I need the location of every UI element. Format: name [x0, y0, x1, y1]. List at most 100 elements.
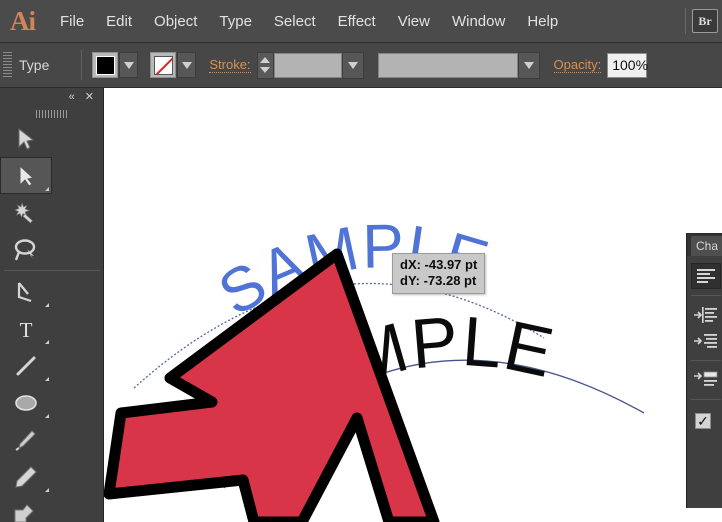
tools-panel-grip[interactable]: [0, 107, 103, 120]
indent-left-margin-button[interactable]: [691, 302, 721, 328]
ellipse-tool[interactable]: [0, 384, 52, 421]
panel-tab-row: Cha: [687, 234, 722, 256]
align-left-icon: [697, 269, 715, 283]
tool-flyout-triangle-icon: [45, 187, 49, 191]
type-tool[interactable]: T: [0, 310, 52, 347]
control-bar-divider-1: [81, 50, 83, 80]
stepper-up-icon: [260, 56, 271, 63]
stroke-profile-dropdown[interactable]: [517, 51, 540, 79]
tools-panel: « ✕ T: [0, 88, 104, 522]
character-paragraph-panel: Cha ✓: [686, 233, 722, 508]
grip-dots-icon: [35, 109, 68, 118]
stroke-swatch-group: [150, 52, 197, 78]
artwork-layer: SAMPLE SAMPLE: [104, 212, 645, 522]
indent-right-icon: [694, 334, 717, 348]
panel-divider-3: [691, 399, 721, 400]
control-bar-tool-label: Type: [19, 57, 50, 73]
menu-item-type[interactable]: Type: [208, 0, 263, 43]
menu-item-object[interactable]: Object: [143, 0, 208, 43]
pen-tool[interactable]: [0, 273, 52, 310]
chevron-down-icon: [181, 61, 192, 69]
collapse-panel-icon[interactable]: «: [64, 92, 80, 103]
lasso-tool[interactable]: [0, 231, 52, 268]
tool-flyout-triangle-icon: [45, 303, 49, 307]
lasso-icon: [14, 238, 36, 260]
pencil-icon: [15, 465, 37, 488]
menu-item-file[interactable]: File: [49, 0, 95, 43]
menu-item-view[interactable]: View: [387, 0, 441, 43]
tool-flyout-triangle-icon: [45, 414, 49, 418]
tool-flyout-triangle-icon: [45, 340, 49, 344]
menu-item-effect[interactable]: Effect: [327, 0, 387, 43]
control-bar: Type Stroke: Opacity: 100%: [0, 43, 722, 88]
tools-panel-header: « ✕: [0, 88, 103, 107]
tools-grid: [0, 120, 103, 268]
magic-wand-icon: [14, 201, 33, 223]
direct-selection-tool[interactable]: [0, 157, 52, 194]
svg-text:T: T: [20, 318, 33, 341]
blob-brush-icon: [14, 503, 34, 522]
stroke-weight-label[interactable]: Stroke:: [209, 57, 251, 73]
bridge-button[interactable]: Br: [692, 9, 718, 33]
illustrator-window: Ai File Edit Object Type Select Effect V…: [0, 0, 722, 522]
panel-body: ✓: [687, 256, 722, 436]
pen-nib-icon: [17, 281, 32, 302]
menu-item-edit[interactable]: Edit: [95, 0, 143, 43]
tooltip-dx-value: dX: -43.97 pt: [400, 257, 478, 272]
magic-wand-tool[interactable]: [0, 194, 52, 231]
app-logo-icon: Ai: [10, 5, 36, 36]
tab-character[interactable]: Cha: [691, 236, 722, 256]
menu-separator: [685, 8, 686, 34]
close-icon[interactable]: ✕: [80, 92, 99, 103]
chevron-down-icon: [523, 61, 534, 69]
stepper-down-icon: [260, 67, 271, 74]
tools-divider-1: [4, 270, 100, 271]
tool-flyout-triangle-icon: [45, 488, 49, 492]
stroke-weight-dropdown[interactable]: [341, 51, 364, 79]
hyphenate-checkbox[interactable]: ✓: [695, 413, 711, 429]
stroke-none-swatch[interactable]: [150, 52, 177, 78]
menu-bar: Ai File Edit Object Type Select Effect V…: [0, 0, 722, 43]
line-icon: [16, 356, 36, 375]
selection-arrow-icon: [18, 127, 35, 150]
selection-tool[interactable]: [0, 120, 52, 157]
fill-color-chip: [95, 55, 115, 75]
ellipse-icon: [15, 394, 37, 411]
menu-item-window[interactable]: Window: [441, 0, 516, 43]
space-before-paragraph-button[interactable]: [691, 367, 721, 393]
direct-selection-arrow-icon: [19, 164, 35, 187]
opacity-label[interactable]: Opacity:: [553, 57, 602, 73]
opacity-input[interactable]: 100%: [607, 52, 648, 78]
stroke-weight-input[interactable]: [273, 52, 342, 78]
stroke-profile-input[interactable]: [377, 52, 518, 78]
chevron-down-icon: [123, 61, 134, 69]
tooltip-dy-value: dY: -73.28 pt: [400, 273, 477, 288]
chevron-down-icon: [347, 61, 358, 69]
no-color-icon: [153, 55, 173, 75]
fill-swatch-group: [92, 52, 139, 78]
stroke-swatch-dropdown[interactable]: [177, 52, 197, 78]
menu-item-select[interactable]: Select: [263, 0, 327, 43]
fill-color-swatch[interactable]: [92, 52, 119, 78]
hyphenate-row[interactable]: ✓: [687, 406, 722, 436]
measurement-tooltip: dX: -43.97 pt dY: -73.28 pt: [392, 253, 486, 294]
fill-swatch-dropdown[interactable]: [119, 52, 139, 78]
type-T-icon: T: [20, 318, 33, 341]
indent-left-icon: [694, 307, 717, 323]
stroke-weight-stepper[interactable]: [256, 51, 274, 79]
artboard-canvas[interactable]: SAMPLE SAMPLE: [104, 88, 722, 522]
blob-brush-tool[interactable]: [0, 495, 52, 522]
panel-divider-2: [691, 360, 721, 361]
control-bar-grip[interactable]: [3, 52, 12, 78]
panel-divider-1: [691, 295, 721, 296]
paintbrush-icon: [15, 429, 36, 451]
line-segment-tool[interactable]: [0, 347, 52, 384]
pencil-tool[interactable]: [0, 458, 52, 495]
align-left-button[interactable]: [691, 263, 721, 289]
menu-item-help[interactable]: Help: [516, 0, 569, 43]
space-before-paragraph-icon: [694, 371, 718, 386]
tools-grid-2: T: [0, 273, 103, 522]
indent-right-margin-button[interactable]: [691, 328, 721, 354]
paintbrush-tool[interactable]: [0, 421, 52, 458]
tool-flyout-triangle-icon: [45, 377, 49, 381]
